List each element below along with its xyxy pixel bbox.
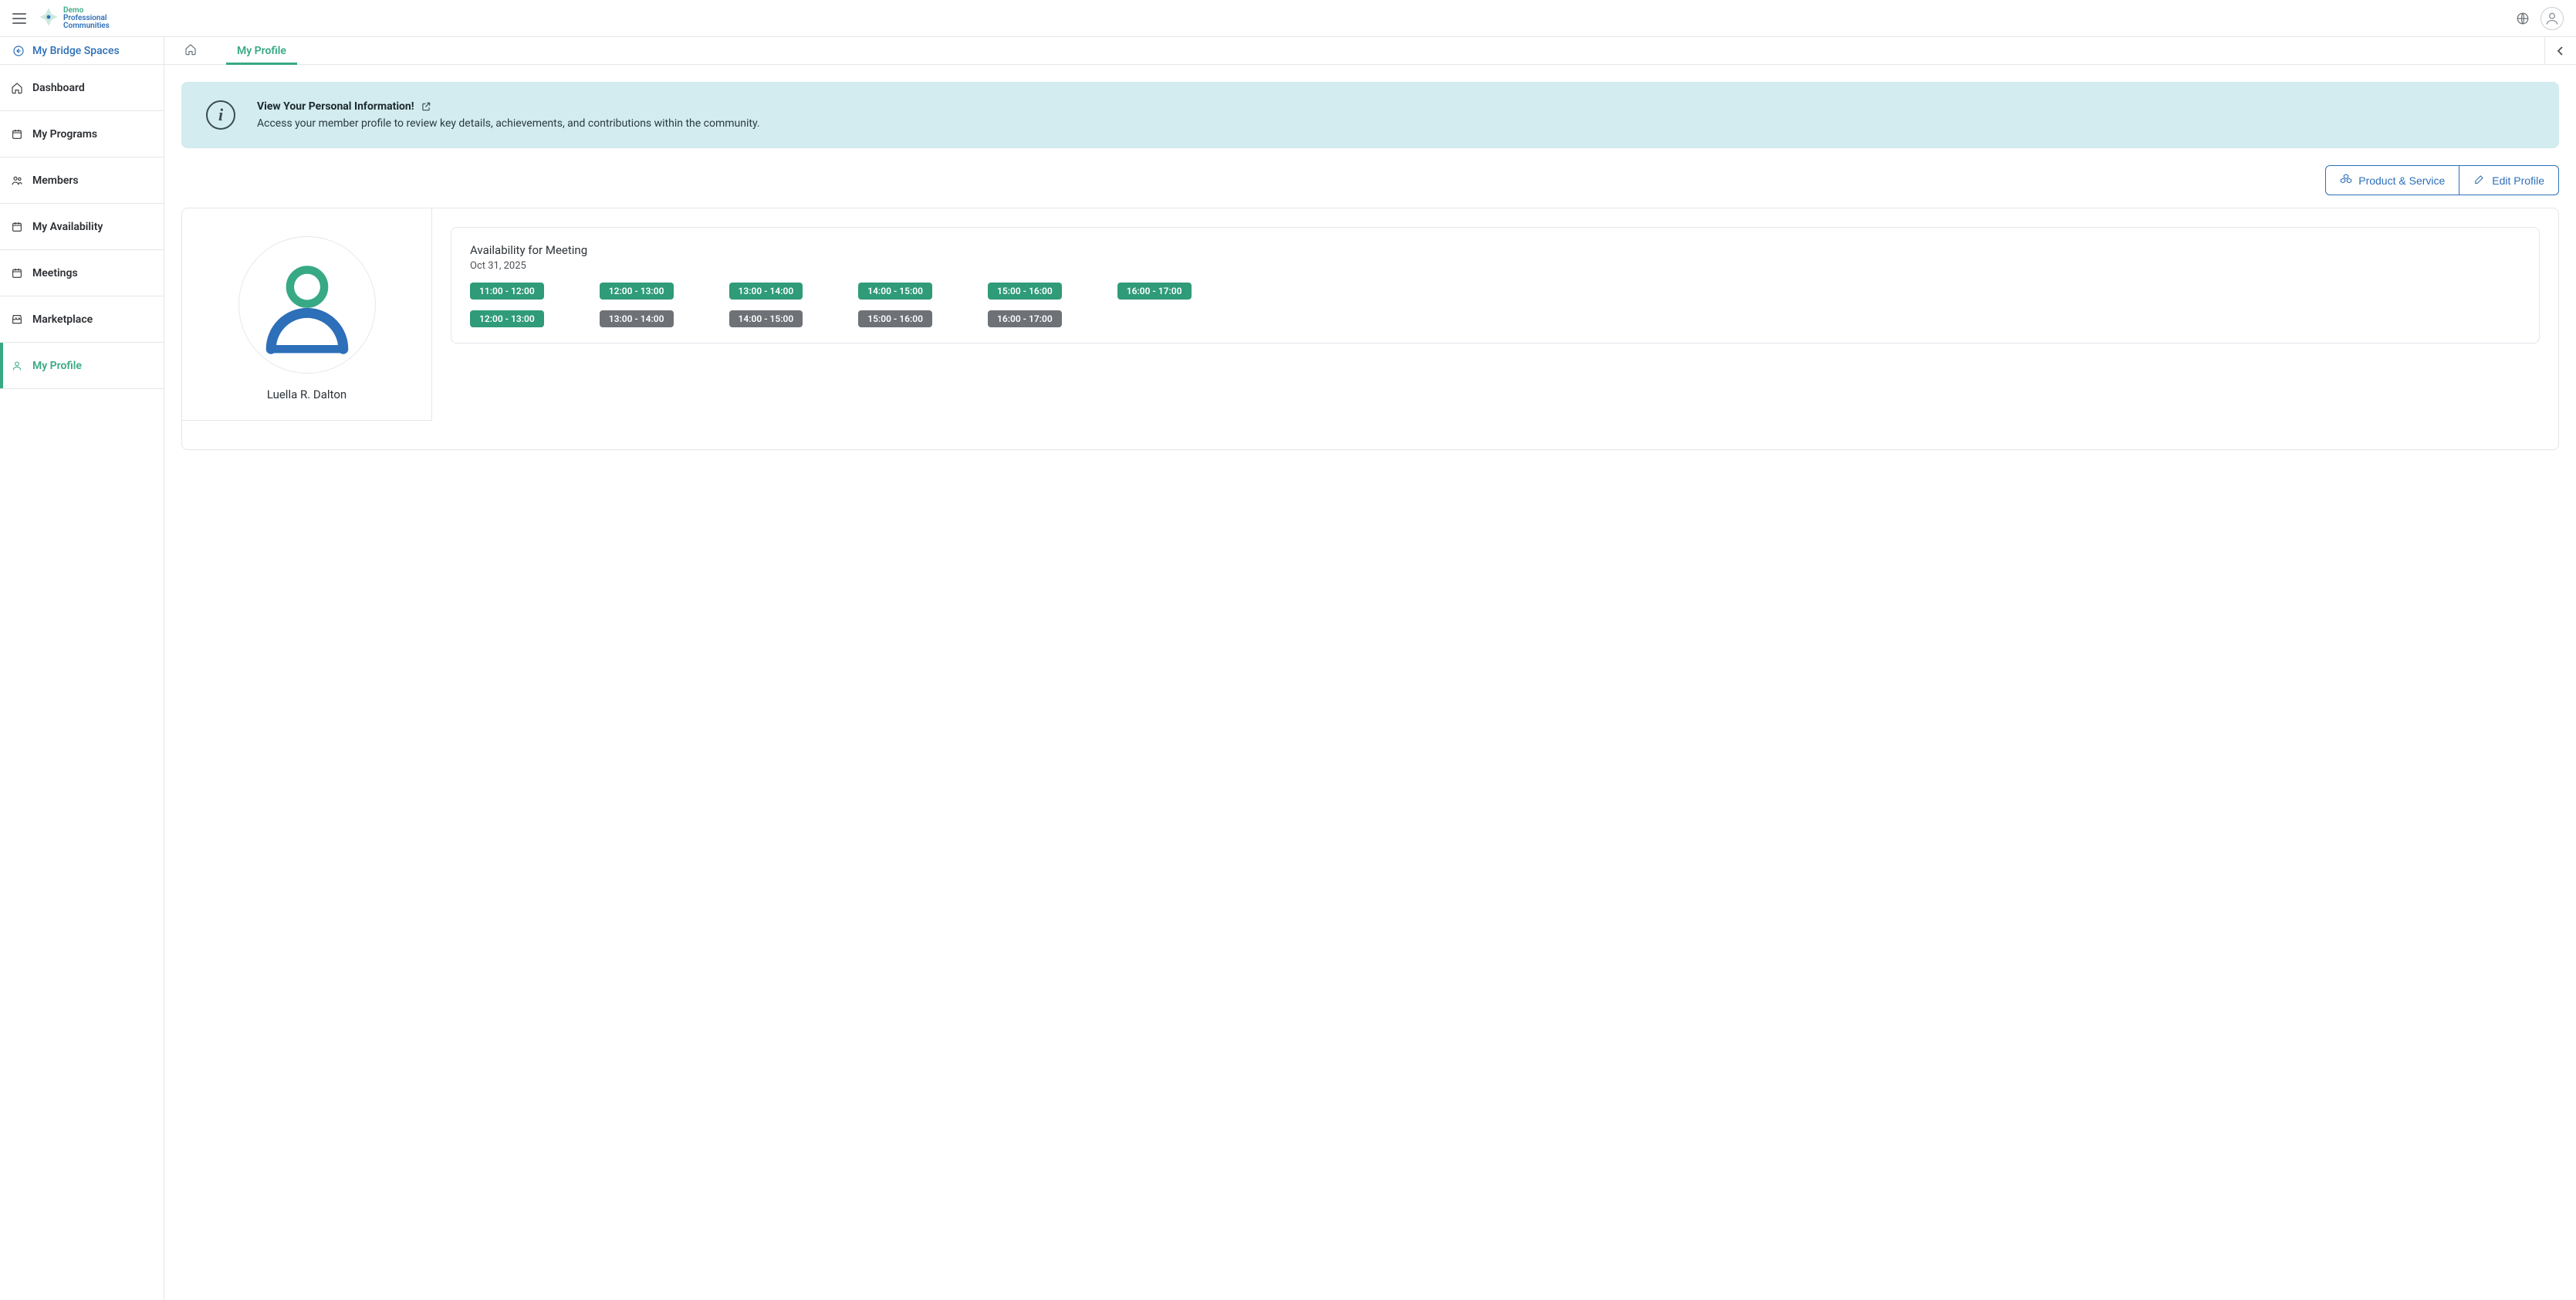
- profile-name: Luella R. Dalton: [267, 388, 347, 401]
- calendar-icon: [11, 221, 23, 233]
- edit-profile-button[interactable]: Edit Profile: [2459, 165, 2559, 195]
- profile-panel: Luella R. Dalton Availability for Meetin…: [181, 208, 2559, 450]
- availability-slot[interactable]: 13:00 - 14:00: [600, 310, 674, 327]
- back-arrow-icon: [12, 45, 25, 57]
- sidebar-item-label: My Availability: [32, 221, 103, 233]
- breadcrumb-back-button[interactable]: [2545, 37, 2576, 64]
- sidebar-item-label: Meetings: [32, 267, 78, 279]
- sidebar-item-profile[interactable]: My Profile: [0, 343, 164, 389]
- main-area: My Profile i View Your Personal Informat…: [164, 37, 2576, 1300]
- availability-slot[interactable]: 16:00 - 17:00: [988, 310, 1062, 327]
- availability-slot[interactable]: 11:00 - 12:00: [470, 283, 544, 300]
- availability-box: Availability for Meeting Oct 31, 2025 11…: [451, 227, 2540, 344]
- availability-area: Availability for Meeting Oct 31, 2025 11…: [432, 208, 2558, 449]
- breadcrumb-bar: My Profile: [164, 37, 2576, 65]
- top-bar-left: Demo Professional Communities: [12, 7, 110, 30]
- logo-line2: Professional: [63, 15, 110, 22]
- sidebar-item-label: Dashboard: [32, 82, 85, 94]
- page-content: i View Your Personal Information! Access…: [164, 65, 2576, 1300]
- sidebar-item-programs[interactable]: My Programs: [0, 111, 164, 157]
- logo-line1: Demo: [63, 7, 110, 15]
- store-icon: [11, 313, 23, 326]
- app-logo[interactable]: Demo Professional Communities: [39, 7, 110, 30]
- breadcrumb: My Profile: [164, 37, 306, 64]
- sidebar-back-link[interactable]: My Bridge Spaces: [0, 37, 164, 65]
- top-bar: Demo Professional Communities: [0, 0, 2576, 37]
- sidebar-item-availability[interactable]: My Availability: [0, 204, 164, 250]
- info-icon: i: [206, 100, 235, 130]
- breadcrumb-current-label: My Profile: [237, 45, 286, 57]
- edit-icon: [2473, 173, 2486, 188]
- availability-slot[interactable]: 12:00 - 13:00: [470, 310, 544, 327]
- hamburger-menu-button[interactable]: [12, 13, 26, 24]
- breadcrumb-home[interactable]: [164, 37, 217, 64]
- user-icon: [11, 360, 23, 372]
- calendar-icon: [11, 128, 23, 140]
- cubes-icon: [2340, 173, 2352, 188]
- availability-title: Availability for Meeting: [470, 243, 2520, 257]
- home-icon: [11, 82, 23, 94]
- profile-card-column: Luella R. Dalton: [182, 208, 432, 449]
- logo-line3: Communities: [63, 22, 110, 30]
- availability-slot[interactable]: 14:00 - 15:00: [858, 283, 932, 300]
- product-service-label: Product & Service: [2358, 174, 2445, 187]
- availability-date: Oct 31, 2025: [470, 260, 2520, 272]
- availability-slot[interactable]: 16:00 - 17:00: [1117, 283, 1192, 300]
- app-shell: My Bridge Spaces Dashboard My Programs M…: [0, 37, 2576, 1300]
- home-icon: [184, 43, 197, 59]
- breadcrumb-actions: [2544, 37, 2576, 64]
- availability-slot[interactable]: 13:00 - 14:00: [729, 283, 803, 300]
- breadcrumb-current[interactable]: My Profile: [217, 37, 306, 64]
- availability-slot[interactable]: 15:00 - 16:00: [858, 310, 932, 327]
- availability-slot-grid: 11:00 - 12:00 12:00 - 13:00 13:00 - 14:00 1…: [470, 283, 2520, 327]
- sidebar-item-label: My Profile: [32, 360, 82, 372]
- top-bar-right: [2516, 7, 2564, 30]
- language-globe-icon[interactable]: [2516, 12, 2530, 25]
- external-link-icon[interactable]: [421, 101, 431, 112]
- calendar-icon: [11, 267, 23, 279]
- profile-avatar: [238, 236, 376, 374]
- info-body: Access your member profile to review key…: [257, 117, 760, 130]
- sidebar-back-label: My Bridge Spaces: [32, 45, 120, 57]
- sidebar-item-dashboard[interactable]: Dashboard: [0, 65, 164, 111]
- availability-slot[interactable]: 15:00 - 16:00: [988, 283, 1062, 300]
- profile-card: Luella R. Dalton: [182, 208, 432, 420]
- sidebar: My Bridge Spaces Dashboard My Programs M…: [0, 37, 164, 1300]
- profile-card-footer: [182, 420, 432, 449]
- sidebar-item-label: My Programs: [32, 128, 97, 140]
- sidebar-item-label: Members: [32, 174, 79, 187]
- product-service-button[interactable]: Product & Service: [2325, 165, 2459, 195]
- sidebar-item-label: Marketplace: [32, 313, 93, 326]
- info-banner: i View Your Personal Information! Access…: [181, 82, 2559, 148]
- info-text: View Your Personal Information! Access y…: [257, 100, 760, 130]
- logo-text: Demo Professional Communities: [63, 7, 110, 30]
- availability-slot[interactable]: 12:00 - 13:00: [600, 283, 674, 300]
- users-icon: [11, 174, 23, 187]
- sidebar-item-members[interactable]: Members: [0, 157, 164, 204]
- sidebar-item-marketplace[interactable]: Marketplace: [0, 296, 164, 343]
- logo-mark-icon: [39, 7, 59, 30]
- profile-actions: Product & Service Edit Profile: [181, 165, 2559, 195]
- sidebar-item-meetings[interactable]: Meetings: [0, 250, 164, 296]
- user-avatar-button[interactable]: [2541, 7, 2564, 30]
- availability-slot[interactable]: 14:00 - 15:00: [729, 310, 803, 327]
- edit-profile-label: Edit Profile: [2492, 174, 2544, 187]
- info-title: View Your Personal Information!: [257, 100, 414, 113]
